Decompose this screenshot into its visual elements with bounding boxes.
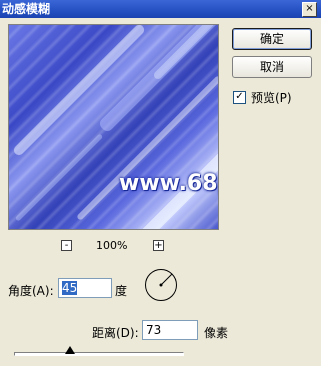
preview-checkbox[interactable]: ✓	[233, 90, 246, 104]
ok-button[interactable]: 确定	[232, 28, 312, 50]
distance-slider-thumb[interactable]	[65, 346, 75, 354]
angle-label: 角度(A):	[8, 284, 54, 298]
distance-slider-track[interactable]	[14, 352, 184, 356]
title-bar: 动感模糊 ×	[0, 0, 321, 18]
watermark-text: www.68ps.com	[119, 171, 218, 196]
distance-value: 73	[146, 323, 162, 337]
cancel-button[interactable]: 取消	[232, 56, 312, 78]
zoom-in-button[interactable]: +	[153, 240, 164, 251]
close-button[interactable]: ×	[302, 2, 317, 17]
preview-image[interactable]: www.68ps.com	[8, 24, 219, 230]
angle-value: 45	[62, 281, 78, 295]
angle-field[interactable]: 45	[58, 278, 112, 298]
zoom-out-button[interactable]: -	[61, 240, 72, 251]
distance-label: 距离(D):	[92, 326, 139, 340]
zoom-level: 100%	[96, 239, 128, 252]
window-title: 动感模糊	[2, 2, 51, 16]
distance-unit: 像素	[204, 326, 229, 340]
preview-checkbox-label: 预览(P)	[251, 90, 292, 105]
angle-unit: 度	[115, 284, 128, 298]
distance-field[interactable]: 73	[142, 320, 198, 340]
preview-checkbox-row[interactable]: ✓ 预览(P)	[233, 90, 292, 105]
angle-dial[interactable]	[144, 268, 178, 302]
